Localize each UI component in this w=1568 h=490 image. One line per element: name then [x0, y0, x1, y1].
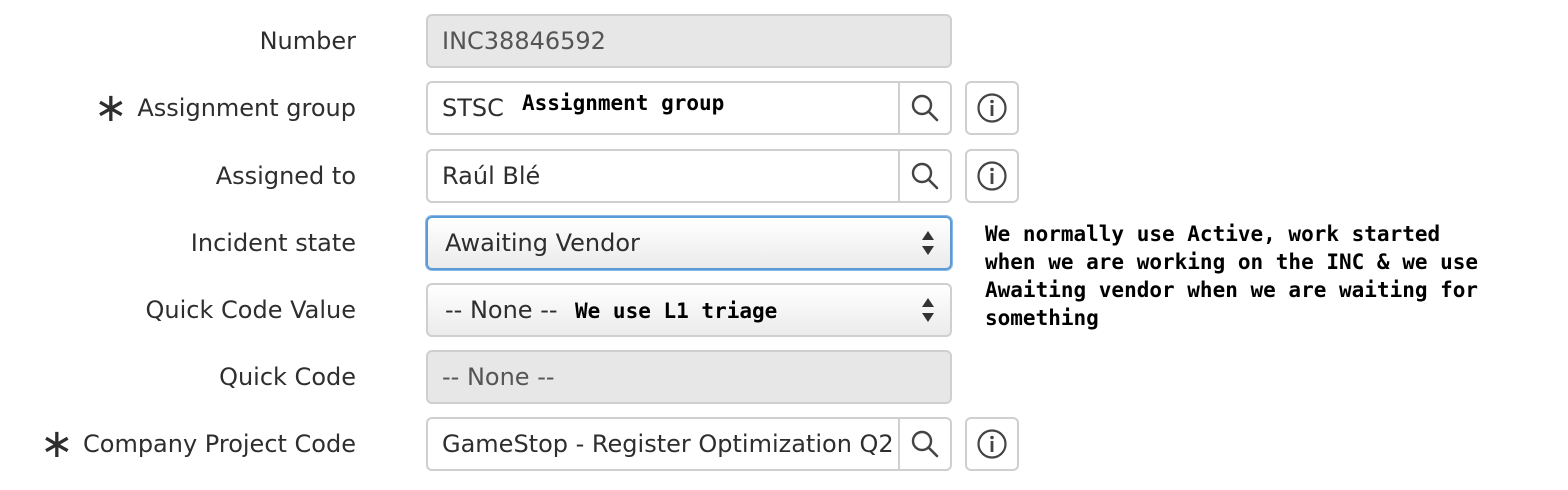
number-field: INC38846592 [426, 14, 952, 68]
number-row: Number INC38846592 [0, 14, 1568, 68]
info-circle-icon [977, 429, 1007, 459]
assigned-to-value: Raúl Blé [442, 162, 541, 190]
quick-code-value-label: Quick Code Value [145, 296, 356, 324]
company-project-code-value: GameStop - Register Optimization Q2024 [442, 430, 894, 458]
assigned-to-info-button[interactable] [965, 149, 1019, 203]
info-circle-icon [977, 161, 1007, 191]
number-label: Number [259, 27, 356, 55]
quick-code-row: Quick Code -- None -- [0, 350, 1568, 404]
assignment-group-row: ∗ Assignment group STSC Assignment group [0, 81, 1568, 135]
assigned-to-field[interactable]: Raúl Blé [426, 149, 900, 203]
required-icon: ∗ [40, 421, 74, 467]
assignment-group-lookup-button[interactable] [898, 81, 952, 135]
quick-code-value-annotation: We use L1 triage [575, 299, 778, 323]
updown-arrows-icon [922, 231, 934, 255]
company-project-code-lookup-button[interactable] [898, 417, 952, 471]
company-project-code-label: Company Project Code [83, 430, 356, 458]
company-project-code-info-button[interactable] [965, 417, 1019, 471]
incident-state-select[interactable]: Awaiting Vendor [426, 216, 952, 270]
assigned-to-row: Assigned to Raúl Blé [0, 149, 1568, 203]
magnifier-icon [911, 430, 939, 458]
updown-arrows-icon [922, 298, 934, 322]
quick-code-label: Quick Code [219, 363, 356, 391]
magnifier-icon [911, 162, 939, 190]
company-project-code-row: ∗ Company Project Code GameStop - Regist… [0, 417, 1568, 471]
quick-code-value-value: -- None -- [445, 296, 558, 324]
required-icon: ∗ [94, 85, 128, 131]
assigned-to-lookup-button[interactable] [898, 149, 952, 203]
assignment-group-annotation: Assignment group [522, 91, 725, 115]
assigned-to-label: Assigned to [215, 162, 356, 190]
assignment-group-label: Assignment group [137, 94, 356, 122]
incident-state-value: Awaiting Vendor [445, 229, 640, 257]
magnifier-icon [911, 94, 939, 122]
annotation-note: We normally use Active, work started whe… [985, 222, 1479, 330]
incident-state-label: Incident state [190, 229, 356, 257]
info-circle-icon [977, 93, 1007, 123]
company-project-code-field[interactable]: GameStop - Register Optimization Q2024 [426, 417, 900, 471]
quick-code-field: -- None -- [426, 350, 952, 404]
assignment-group-info-button[interactable] [965, 81, 1019, 135]
